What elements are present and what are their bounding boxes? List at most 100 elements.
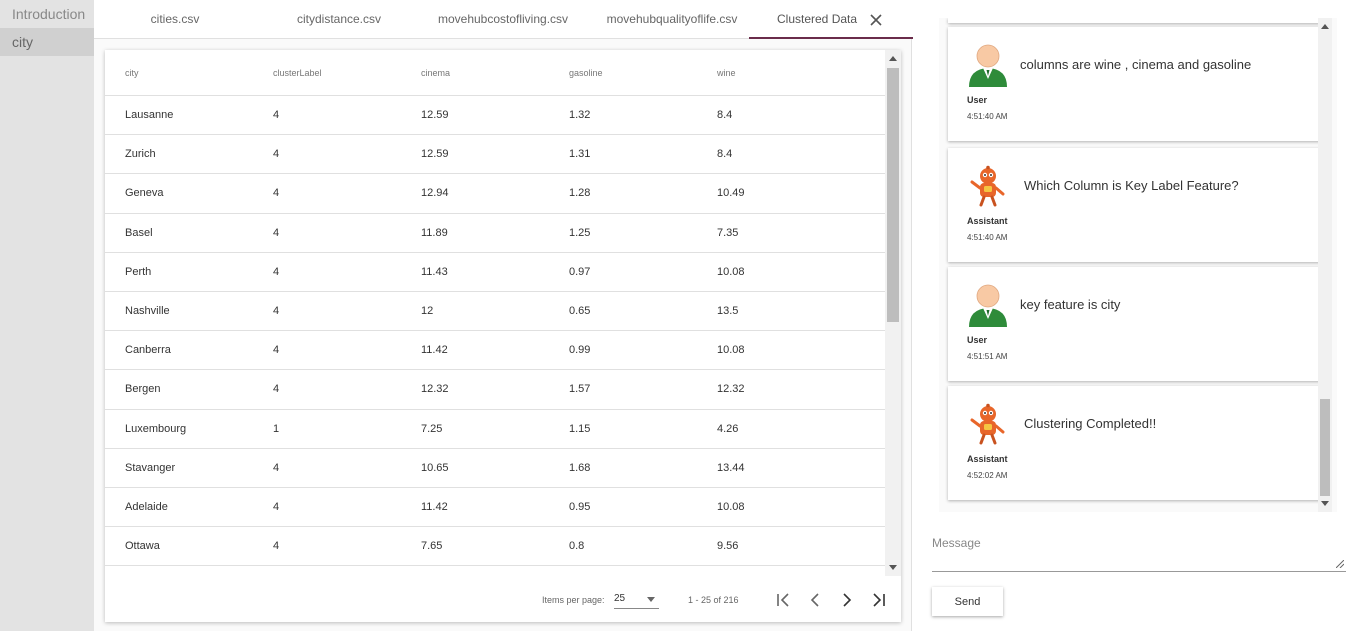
cell-gasoline: 0.99 xyxy=(569,344,591,357)
user-avatar-icon xyxy=(966,43,1010,87)
cell-gasoline: 1.25 xyxy=(569,226,591,239)
cell-gasoline: 1.57 xyxy=(569,383,591,396)
cell-city: Nashville xyxy=(125,304,170,317)
close-icon[interactable] xyxy=(866,10,886,30)
last-page-icon xyxy=(873,593,885,607)
cell-cinema: 11.42 xyxy=(421,500,448,513)
cell-city: Stavanger xyxy=(125,461,176,474)
table-row[interactable]: Zurich 4 12.59 1.31 8.4 xyxy=(105,135,885,175)
cell-cinema: 11.89 xyxy=(421,226,448,239)
cell-wine: 7.35 xyxy=(717,226,739,239)
cell-wine: 8.4 xyxy=(717,148,733,161)
table-row[interactable]: Adelaide 4 11.42 0.95 10.08 xyxy=(105,488,885,528)
page-size-value: 25 xyxy=(614,593,626,604)
first-page-button[interactable] xyxy=(772,589,794,611)
cell-wine: 10.49 xyxy=(717,187,745,200)
cell-cinema: 12.94 xyxy=(421,187,449,200)
last-page-button[interactable] xyxy=(868,589,890,611)
robot-avatar-icon xyxy=(966,164,1010,208)
column-header-wine[interactable]: wine xyxy=(717,50,736,96)
tab-cities-csv[interactable]: cities.csv xyxy=(114,0,236,39)
column-header-city[interactable]: city xyxy=(125,50,139,96)
cell-wine: 10.08 xyxy=(717,344,745,357)
message-field[interactable] xyxy=(932,530,1346,572)
scrollbar-thumb[interactable] xyxy=(1320,399,1330,496)
message-input[interactable] xyxy=(932,530,1346,570)
assistant-message: Clustering Completed!! Assistant 4:52:02 A… xyxy=(948,386,1321,500)
chat-message-list: columns are wine , cinema and gasoline Us… xyxy=(939,18,1337,512)
cell-wine: 12.32 xyxy=(717,383,745,396)
cell-cinema: 10.65 xyxy=(421,461,449,474)
cell-city: Geneva xyxy=(125,187,164,200)
tab-movehubqualityoflife-csv[interactable]: movehubqualityoflife.csv xyxy=(597,0,747,39)
previous-message-card xyxy=(948,18,1321,23)
tab-bar: cities.csv citydistance.csv movehubcosto… xyxy=(94,0,913,39)
first-page-icon xyxy=(777,593,789,607)
message-text: columns are wine , cinema and gasoline xyxy=(1020,57,1252,72)
cell-city: Luxembourg xyxy=(125,422,187,435)
sidebar-item-city[interactable]: city xyxy=(0,28,94,56)
user-avatar-icon xyxy=(966,283,1010,327)
send-button[interactable]: Send xyxy=(932,587,1003,616)
sidebar: Introduction city xyxy=(0,0,94,631)
cell-wine: 10.08 xyxy=(717,500,745,513)
message-timestamp: 4:52:02 AM xyxy=(967,471,1008,480)
cell-wine: 13.5 xyxy=(717,304,739,317)
table-row[interactable]: Geneva 4 12.94 1.28 10.49 xyxy=(105,174,885,214)
cell-cinema: 11.42 xyxy=(421,344,448,357)
table-row[interactable]: Basel 4 11.89 1.25 7.35 xyxy=(105,214,885,253)
cell-clusterlabel: 4 xyxy=(273,461,280,474)
table-row[interactable]: Luxembourg 1 7.25 1.15 4.26 xyxy=(105,410,885,449)
cell-gasoline: 0.8 xyxy=(569,540,585,553)
column-header-gasoline[interactable]: gasoline xyxy=(569,50,603,96)
cell-gasoline: 0.97 xyxy=(569,265,591,278)
tab-citydistance-csv[interactable]: citydistance.csv xyxy=(276,0,402,39)
message-timestamp: 4:51:40 AM xyxy=(967,233,1008,242)
sidebar-item-introduction[interactable]: Introduction xyxy=(0,0,94,28)
tab-movehubcostofliving-csv[interactable]: movehubcostofliving.csv xyxy=(429,0,577,39)
column-header-clusterlabel[interactable]: clusterLabel xyxy=(273,50,322,96)
next-page-button[interactable] xyxy=(836,589,858,611)
table-header: city clusterLabel cinema gasoline wine xyxy=(105,50,885,96)
column-header-cinema[interactable]: cinema xyxy=(421,50,450,96)
table-body: Lausanne 4 12.59 1.32 8.4 Zurich 4 12.59 1.31 8.4… xyxy=(105,96,885,566)
table-row[interactable]: Stavanger 4 10.65 1.68 13.44 xyxy=(105,449,885,488)
cell-city: Zurich xyxy=(125,148,156,161)
scrollbar-thumb[interactable] xyxy=(887,68,899,322)
cell-gasoline: 0.95 xyxy=(569,500,591,513)
cell-city: Adelaide xyxy=(125,500,168,513)
table-row[interactable]: Bergen 4 12.32 1.57 12.32 xyxy=(105,370,885,410)
cell-city: Ottawa xyxy=(125,540,160,553)
previous-page-button[interactable] xyxy=(804,589,826,611)
cell-clusterlabel: 4 xyxy=(273,226,280,239)
cell-gasoline: 0.65 xyxy=(569,304,591,317)
cell-clusterlabel: 4 xyxy=(273,500,280,513)
chevron-left-icon xyxy=(810,593,819,607)
table-row[interactable]: Nashville 4 12 0.65 13.5 xyxy=(105,292,885,332)
cell-city: Perth xyxy=(125,265,152,278)
page-size-select[interactable]: 25 xyxy=(614,589,659,609)
table-scrollbar[interactable] xyxy=(885,50,901,576)
cell-cinema: 11.43 xyxy=(421,265,448,278)
cell-clusterlabel: 4 xyxy=(273,344,280,357)
cell-clusterlabel: 4 xyxy=(273,383,280,396)
cell-clusterlabel: 4 xyxy=(273,304,280,317)
cell-gasoline: 1.31 xyxy=(569,148,591,161)
table-row[interactable]: Lausanne 4 12.59 1.32 8.4 xyxy=(105,96,885,136)
dropdown-caret-icon xyxy=(647,597,655,602)
table-row[interactable]: Canberra 4 11.42 0.99 10.08 xyxy=(105,331,885,371)
message-text: key feature is city xyxy=(1020,297,1121,312)
scroll-down-icon[interactable] xyxy=(889,565,897,570)
scroll-up-icon[interactable] xyxy=(889,56,897,61)
resize-handle-icon[interactable] xyxy=(1336,560,1344,568)
cell-clusterlabel: 1 xyxy=(273,422,280,435)
scroll-up-icon[interactable] xyxy=(1321,24,1329,29)
message-timestamp: 4:51:40 AM xyxy=(967,112,1008,121)
cell-cinema: 12 xyxy=(421,304,434,317)
table-row[interactable]: Perth 4 11.43 0.97 10.08 xyxy=(105,253,885,292)
table-row[interactable]: Ottawa 4 7.65 0.8 9.56 xyxy=(105,527,885,566)
data-table-card: city clusterLabel cinema gasoline wine L… xyxy=(105,50,901,622)
tab-clustered-data[interactable]: Clustered Data xyxy=(749,0,913,39)
scroll-down-icon[interactable] xyxy=(1321,501,1329,506)
chat-scrollbar[interactable] xyxy=(1318,18,1332,512)
